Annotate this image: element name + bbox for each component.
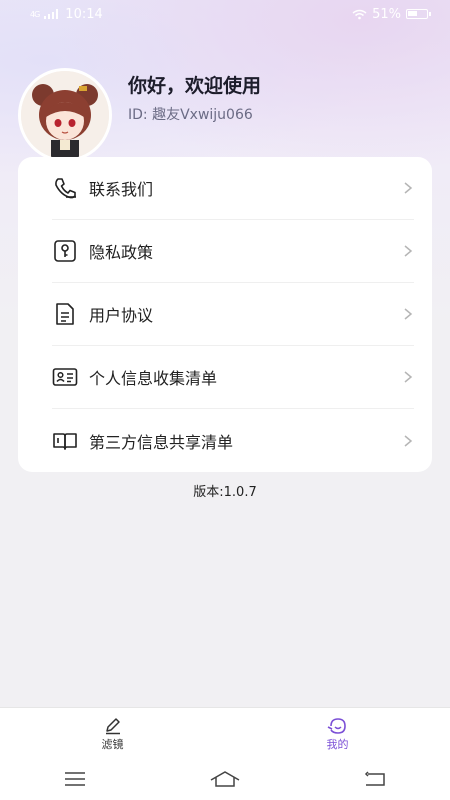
menu-label: 个人信息收集清单 — [89, 369, 218, 388]
tab-mine[interactable]: 我的 — [225, 708, 450, 758]
status-time: 10:14 — [65, 6, 103, 22]
chevron-right-icon — [404, 371, 413, 383]
version-text: 版本:1.0.7 — [193, 485, 257, 500]
menu-item-privacy-policy[interactable]: 隐私政策 — [52, 220, 414, 283]
open-book-icon — [52, 428, 78, 454]
battery-percent: 51% — [372, 6, 401, 22]
menu-card: 联系我们 隐私政策 用户协议 个人信息收集清单 第三方信息共享清单 — [18, 157, 432, 472]
chevron-right-icon — [404, 245, 413, 257]
battery-icon — [406, 9, 431, 19]
status-bar: 4G 10:14 51% — [0, 0, 450, 28]
key-lock-icon — [52, 238, 78, 264]
menu-item-personal-info-list[interactable]: 个人信息收集清单 — [52, 346, 414, 409]
profile-header: 你好，欢迎使用 ID: 趣友Vxwiju066 — [18, 68, 261, 162]
hamburger-icon — [65, 772, 85, 786]
bottom-tab-bar: 滤镜 我的 — [0, 707, 450, 758]
menu-label: 第三方信息共享清单 — [89, 432, 234, 452]
avatar[interactable] — [18, 68, 112, 162]
pen-icon — [105, 718, 120, 735]
home-icon — [210, 771, 240, 787]
anime-girl-avatar-icon — [21, 71, 109, 159]
signal-icon: 4G — [30, 9, 40, 19]
smile-face-icon — [327, 718, 346, 734]
signal-bars-icon — [44, 9, 59, 19]
home-nav-button[interactable] — [210, 769, 240, 789]
system-nav-bar — [0, 758, 450, 800]
user-id: ID: 趣友Vxwiju066 — [128, 107, 253, 123]
menu-label: 隐私政策 — [89, 243, 154, 262]
document-icon — [52, 301, 78, 327]
chevron-right-icon — [404, 182, 413, 194]
tab-label: 滤镜 — [101, 738, 124, 751]
wifi-icon — [352, 9, 367, 19]
tab-label: 我的 — [326, 738, 349, 751]
menu-item-third-party-sharing-list[interactable]: 第三方信息共享清单 — [52, 409, 414, 472]
tab-filter[interactable]: 滤镜 — [0, 708, 225, 758]
menu-item-contact-us[interactable]: 联系我们 — [52, 157, 414, 220]
menu-item-user-agreement[interactable]: 用户协议 — [52, 283, 414, 346]
phone-icon — [52, 175, 78, 201]
menu-nav-button[interactable] — [60, 769, 90, 789]
chevron-right-icon — [404, 434, 413, 447]
menu-label: 联系我们 — [89, 180, 154, 199]
menu-label: 用户协议 — [89, 306, 154, 325]
greeting-title: 你好，欢迎使用 — [128, 75, 262, 97]
id-card-icon — [52, 364, 78, 390]
chevron-right-icon — [404, 308, 413, 320]
back-nav-button[interactable] — [360, 769, 390, 789]
back-icon — [364, 771, 385, 786]
